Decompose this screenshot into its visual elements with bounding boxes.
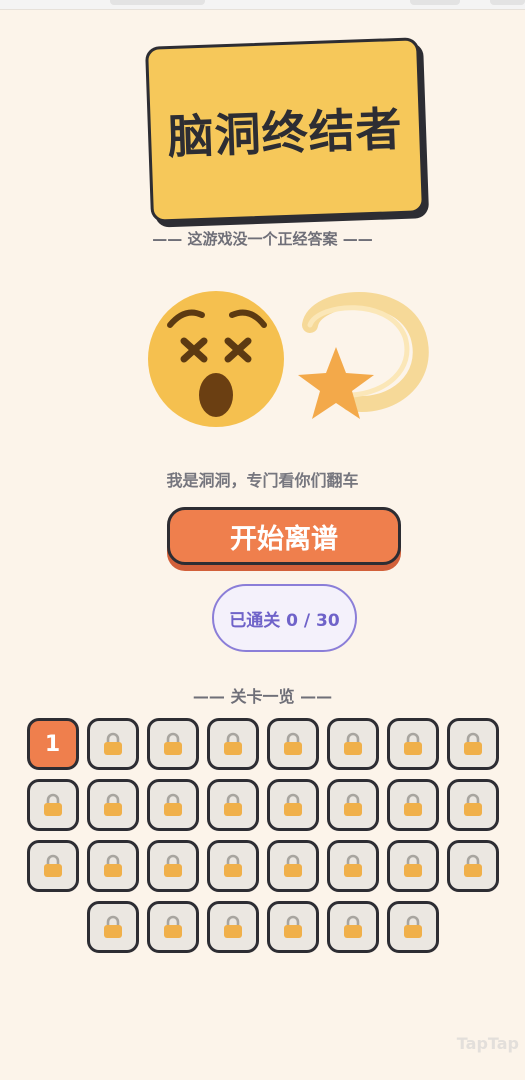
progress-badge: 已通关 0 / 30 xyxy=(212,584,357,652)
locked-level-button[interactable] xyxy=(326,901,379,953)
locked-level-button[interactable] xyxy=(206,901,259,953)
lock-icon xyxy=(102,915,124,939)
start-game-button[interactable]: 开始离谱 xyxy=(167,507,401,565)
locked-level-button[interactable] xyxy=(446,718,499,770)
locked-level-button[interactable] xyxy=(146,779,199,831)
lock-icon xyxy=(282,915,304,939)
lock-icon xyxy=(162,793,184,817)
locked-level-button[interactable] xyxy=(146,718,199,770)
locked-level-button[interactable] xyxy=(146,901,199,953)
lock-icon xyxy=(162,915,184,939)
lock-icon xyxy=(402,793,424,817)
lock-icon xyxy=(162,854,184,878)
locked-level-button[interactable] xyxy=(446,840,499,892)
lock-icon xyxy=(282,854,304,878)
lock-icon xyxy=(402,732,424,756)
level-grid: 1 xyxy=(0,718,525,962)
lock-icon xyxy=(342,915,364,939)
level-row xyxy=(0,901,525,953)
lock-icon xyxy=(342,793,364,817)
locked-level-button[interactable] xyxy=(386,779,439,831)
locked-level-button[interactable] xyxy=(266,901,319,953)
game-subtitle: —— 这游戏没一个正经答案 —— xyxy=(152,230,373,248)
locked-level-button[interactable] xyxy=(86,901,139,953)
locked-level-button[interactable] xyxy=(206,779,259,831)
dizzy-face-icon xyxy=(148,291,284,427)
lock-icon xyxy=(462,793,484,817)
mascot-illustration xyxy=(148,291,429,427)
locked-level-button[interactable] xyxy=(266,779,319,831)
lock-icon xyxy=(42,854,64,878)
lock-icon xyxy=(462,854,484,878)
locked-level-button[interactable] xyxy=(266,840,319,892)
top-bar-tab xyxy=(110,0,205,5)
lock-icon xyxy=(222,854,244,878)
locked-level-button[interactable] xyxy=(206,718,259,770)
locked-level-button[interactable] xyxy=(86,779,139,831)
star-icon xyxy=(298,292,429,419)
lock-icon xyxy=(462,732,484,756)
lock-icon xyxy=(342,732,364,756)
locked-level-button[interactable] xyxy=(446,779,499,831)
lock-icon xyxy=(222,915,244,939)
watermark: TapTap xyxy=(456,1034,519,1053)
lock-icon xyxy=(102,732,124,756)
locked-level-button[interactable] xyxy=(26,840,79,892)
locked-level-button[interactable] xyxy=(26,779,79,831)
top-browser-bar xyxy=(0,0,525,10)
locked-level-button[interactable] xyxy=(326,840,379,892)
levels-header: —— 关卡一览 —— xyxy=(192,687,333,706)
level-row: 1 xyxy=(0,718,525,770)
level-row xyxy=(0,779,525,831)
lock-icon xyxy=(162,732,184,756)
lock-icon xyxy=(102,793,124,817)
game-title-card: 脑洞终结者 xyxy=(145,37,425,223)
locked-level-button[interactable] xyxy=(386,840,439,892)
locked-level-button[interactable] xyxy=(266,718,319,770)
locked-level-button[interactable] xyxy=(326,779,379,831)
locked-level-button[interactable] xyxy=(326,718,379,770)
lock-icon xyxy=(222,793,244,817)
lock-icon xyxy=(222,732,244,756)
lock-icon xyxy=(102,854,124,878)
level-button-1[interactable]: 1 xyxy=(26,718,79,770)
lock-icon xyxy=(42,793,64,817)
lock-icon xyxy=(402,915,424,939)
locked-level-button[interactable] xyxy=(146,840,199,892)
locked-level-button[interactable] xyxy=(86,840,139,892)
level-row xyxy=(0,840,525,892)
locked-level-button[interactable] xyxy=(386,901,439,953)
lock-icon xyxy=(402,854,424,878)
mascot-tagline: 我是洞洞，专门看你们翻车 xyxy=(166,471,359,490)
top-bar-tab xyxy=(490,0,525,5)
top-bar-tab xyxy=(410,0,460,5)
lock-icon xyxy=(282,732,304,756)
locked-level-button[interactable] xyxy=(206,840,259,892)
locked-level-button[interactable] xyxy=(386,718,439,770)
game-title: 脑洞终结者 xyxy=(166,101,404,165)
lock-icon xyxy=(282,793,304,817)
locked-level-button[interactable] xyxy=(86,718,139,770)
lock-icon xyxy=(342,854,364,878)
